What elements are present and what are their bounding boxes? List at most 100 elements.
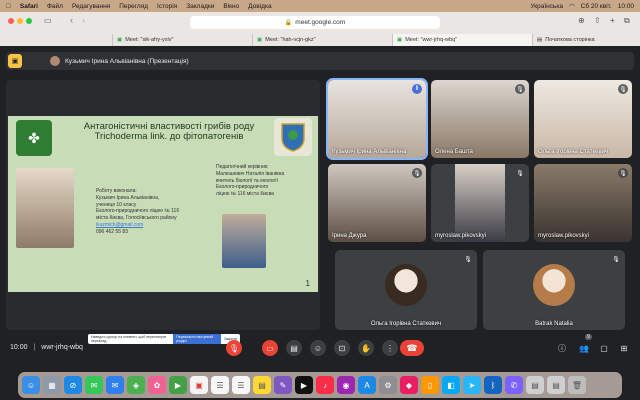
participant-tile[interactable]: 🎙 Олена Башта <box>431 80 529 158</box>
safari-icon[interactable]: ⊘ <box>64 376 82 394</box>
minimize-window-button[interactable] <box>17 18 23 24</box>
wifi-icon[interactable]: ◠ <box>569 2 575 10</box>
app-icon[interactable]: ◆ <box>400 376 418 394</box>
settings-icon[interactable]: ⚙ <box>379 376 397 394</box>
keyboard-layout[interactable]: Українська <box>530 3 563 10</box>
launchpad-icon[interactable]: ▦ <box>43 376 61 394</box>
meeting-details-button[interactable]: ⓘ <box>554 340 570 356</box>
activities-icon: ⊞ <box>620 343 628 353</box>
menu-item-view[interactable]: Перегляд <box>119 3 148 10</box>
tab-start-page[interactable]: ▤ Початкова сторінка <box>532 34 640 46</box>
calendar-icon[interactable]: ▣ <box>190 376 208 394</box>
participant-tile[interactable]: 🎙 Ірина Джура <box>328 164 426 242</box>
notes-icon[interactable]: ▤ <box>253 376 271 394</box>
present-icon[interactable]: ▣ <box>8 54 22 68</box>
recent-app-icon[interactable]: ▤ <box>526 376 544 394</box>
shared-screen[interactable]: ✤ Антагоністичні властивості грибів роду… <box>6 80 320 344</box>
maps-icon[interactable]: ◈ <box>127 376 145 394</box>
participant-tile[interactable]: 🎙 Ольга Ігорівна Статкевич <box>335 250 477 330</box>
apple-tv-icon[interactable]: ▶ <box>295 376 313 394</box>
tab-meet-3[interactable]: ▣ Meet: "wwr-jrhq-wbq" <box>392 34 532 46</box>
music-icon[interactable]: ♪ <box>316 376 334 394</box>
end-call-button[interactable]: ☎ <box>400 340 424 356</box>
facetime-icon[interactable]: ▶ <box>169 376 187 394</box>
telegram-icon[interactable]: ➤ <box>463 376 481 394</box>
separator: | <box>33 344 36 351</box>
avatar <box>533 264 575 306</box>
photos-icon[interactable]: ✿ <box>148 376 166 394</box>
viber-icon[interactable]: ✆ <box>505 376 523 394</box>
people-button[interactable]: 👥 9 <box>576 334 592 356</box>
more-options-button[interactable]: ⋮ <box>382 340 398 356</box>
present-button[interactable]: ⊡ <box>334 340 350 356</box>
supervisor-line: ліцею № 116 міста Києва <box>216 191 274 197</box>
apple-icon[interactable]:  <box>6 3 11 10</box>
menu-item-history[interactable]: Історія <box>157 3 177 10</box>
captions-button[interactable]: ▤ <box>286 340 302 356</box>
download-icon[interactable]: ⊕ <box>578 16 585 25</box>
menu-item-edit[interactable]: Редагування <box>72 3 110 10</box>
app-store-icon[interactable]: A <box>358 376 376 394</box>
sidebar-icon[interactable]: ▭ <box>44 16 52 25</box>
messages-icon[interactable]: ✉ <box>85 376 103 394</box>
mic-off-icon: 🎙 <box>515 168 525 178</box>
participant-tile[interactable]: 🎙 Ольга Ігорівна Статкевич <box>534 80 632 158</box>
participant-tile[interactable]: 🎙 Batrak Natalia <box>483 250 625 330</box>
zoom-window-button[interactable] <box>26 18 32 24</box>
trash-icon[interactable]: 🗑 <box>568 376 586 394</box>
student-photo <box>16 168 74 248</box>
forward-icon[interactable]: › <box>82 15 85 25</box>
participant-tile[interactable]: 🎙 myroslaw.pikovskyi <box>534 164 632 242</box>
chat-icon: ▢ <box>600 343 608 353</box>
tab-label: Meet: "sik-afry-yxiv" <box>125 37 174 43</box>
preview-icon[interactable]: ◧ <box>442 376 460 394</box>
menubar-time[interactable]: 10:00 <box>618 3 634 10</box>
start-page-icon: ▤ <box>537 37 543 43</box>
participant-name: Олена Башта <box>435 149 473 155</box>
reactions-button[interactable]: ☺ <box>310 340 326 356</box>
back-icon[interactable]: ‹ <box>70 15 73 25</box>
participant-name: Ірина Джура <box>332 233 367 239</box>
menu-item-file[interactable]: Файл <box>47 3 63 10</box>
participant-tile[interactable]: ⦀ Кузьмич Ірина Альвіанівна <box>326 78 428 160</box>
author-line: учениця 10 класу <box>96 201 137 208</box>
camera-off-icon: ▭ <box>266 343 274 353</box>
menubar-date[interactable]: Сб 20 квіт. <box>581 3 612 10</box>
supervisor-line: Малюшевич Наталія Іванівна <box>216 170 285 177</box>
people-count-badge: 9 <box>585 334 592 340</box>
tab-meet-2[interactable]: ▣ Meet: "hah-vcjn-gkz" <box>252 34 392 46</box>
recent-app-icon[interactable]: ▤ <box>547 376 565 394</box>
reminders-icon[interactable]: ☰ <box>232 376 250 394</box>
bluetooth-icon[interactable]: ᛒ <box>484 376 502 394</box>
menu-item-window[interactable]: Вікно <box>223 3 239 10</box>
tab-overview-icon[interactable]: ⧉ <box>624 16 630 26</box>
presentation-slide: ✤ Антагоністичні властивості грибів роду… <box>8 116 318 292</box>
mic-toggle-button[interactable]: 🎙 <box>226 340 242 356</box>
menu-item-safari[interactable]: Safari <box>20 3 38 10</box>
tab-label: Meet: "wwr-jrhq-wbq" <box>405 37 458 43</box>
chat-button[interactable]: ▢ <box>596 340 612 356</box>
supervisor-block: Педагогічний керівник: Малюшевич Наталія… <box>216 164 284 198</box>
menu-item-bookmarks[interactable]: Закладки <box>186 3 214 10</box>
participant-tile[interactable]: 🎙 myroslaw.pikovskyi <box>431 164 529 242</box>
raise-hand-button[interactable]: ✋ <box>358 340 374 356</box>
author-line: Еколого-природничого ліцею № 116 <box>96 208 180 215</box>
share-icon[interactable]: ⇧ <box>594 16 601 25</box>
close-window-button[interactable] <box>8 18 14 24</box>
mic-off-icon: 🎙 <box>618 168 628 178</box>
contacts-icon[interactable]: ☰ <box>211 376 229 394</box>
mail-icon[interactable]: ✉ <box>106 376 124 394</box>
freeform-icon[interactable]: ✎ <box>274 376 292 394</box>
author-phone: 096 462 55 83 <box>96 228 128 235</box>
tab-meet-1[interactable]: ▣ Meet: "sik-afry-yxiv" <box>112 34 252 46</box>
participant-video <box>455 164 505 242</box>
books-icon[interactable]: ▯ <box>421 376 439 394</box>
camera-toggle-button[interactable]: ▭ <box>262 340 278 356</box>
finder-icon[interactable]: ☺ <box>22 376 40 394</box>
new-tab-icon[interactable]: + <box>610 16 615 25</box>
mic-off-icon: 🎙 <box>618 84 628 94</box>
address-bar[interactable]: 🔒 meet.google.com <box>190 16 440 29</box>
menu-item-help[interactable]: Довідка <box>248 3 271 10</box>
podcasts-icon[interactable]: ◉ <box>337 376 355 394</box>
activities-button[interactable]: ⊞ <box>616 340 632 356</box>
